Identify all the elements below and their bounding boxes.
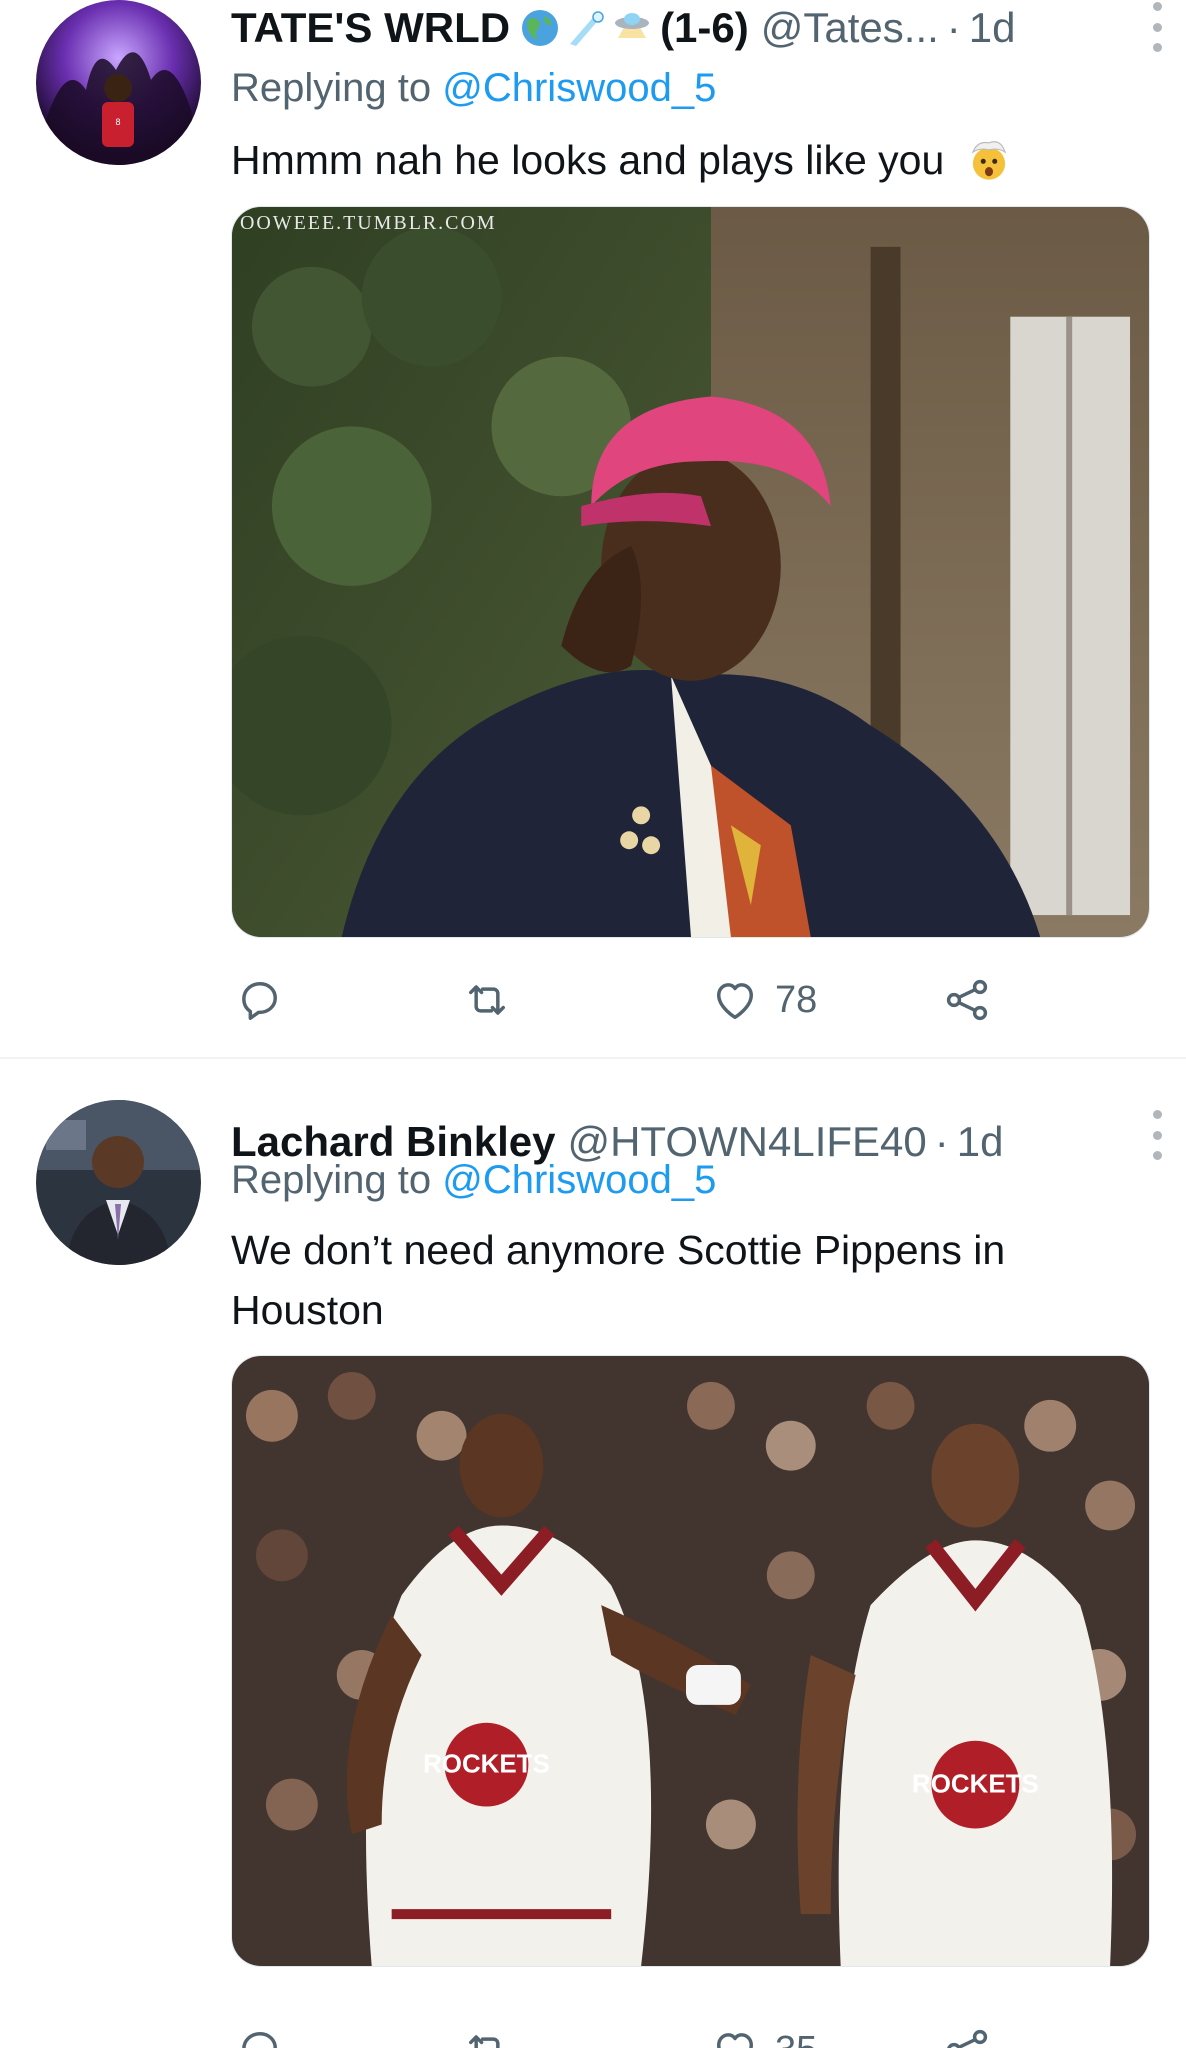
display-name[interactable]: TATE'S WRLD	[231, 4, 510, 52]
svg-text:ROCKETS: ROCKETS	[912, 1771, 1039, 1799]
tweet-card[interactable]: 8 TATE'S WRLD (1-6) @Tates... · 1d Reply…	[0, 0, 1186, 1058]
comet-emoji	[570, 11, 604, 46]
media-watermark: OOWEEE.TUMBLR.COM	[240, 212, 497, 234]
more-options-icon[interactable]	[1150, 1110, 1164, 1160]
like-button[interactable]: 78	[709, 970, 817, 1030]
separator-dot: ·	[946, 4, 961, 51]
tweet-media[interactable]: OOWEEE.TUMBLR.COM	[231, 206, 1150, 938]
exploding-head-emoji	[971, 141, 1006, 180]
flying-saucer-emoji	[615, 13, 650, 38]
replying-prefix: Replying to	[231, 1158, 432, 1202]
share-button[interactable]	[941, 970, 993, 1030]
mention-link[interactable]: @Chriswood_5	[442, 1158, 716, 1202]
tweet-text: We don’t need anymore Scottie Pippens in…	[231, 1227, 1006, 1333]
avatar-image: 8	[36, 0, 201, 165]
like-count: 35	[775, 2029, 817, 2048]
tweet-text-content: Hmmm nah he looks and plays like you	[231, 137, 945, 183]
share-icon	[946, 979, 988, 1021]
tweet-header: TATE'S WRLD (1-6) @Tates... · 1d	[231, 0, 1096, 58]
user-handle[interactable]: @Tates...	[761, 4, 939, 52]
replying-to: Replying to @Chriswood_5	[231, 1158, 716, 1203]
like-button[interactable]: 35	[709, 2020, 817, 2048]
reply-button[interactable]	[233, 2020, 285, 2048]
mention-link[interactable]: @Chriswood_5	[442, 66, 716, 110]
media-image: ROCKETS ROCKETS	[232, 1356, 1149, 1966]
name-emojis	[520, 8, 652, 48]
share-icon	[947, 2029, 988, 2048]
reply-button[interactable]	[233, 970, 285, 1030]
replying-to: Replying to @Chriswood_5	[231, 66, 716, 111]
globe-americas-emoji	[522, 10, 559, 46]
heart-icon	[717, 983, 753, 1020]
tweet-actions: 78	[231, 970, 1031, 1030]
retweet-button[interactable]	[461, 970, 513, 1030]
avatar[interactable]	[36, 1100, 201, 1265]
separator-dot: ·	[934, 1118, 949, 1165]
retweet-icon	[469, 2035, 500, 2048]
tweet-actions: 35	[231, 2020, 1031, 2048]
tweet-divider	[0, 1057, 1186, 1059]
retweet-icon	[469, 985, 505, 1015]
retweet-button[interactable]	[461, 2020, 513, 2048]
more-options-icon[interactable]	[1150, 2, 1164, 52]
media-image: OOWEEE.TUMBLR.COM	[232, 207, 1149, 937]
svg-text:8: 8	[115, 117, 120, 127]
reply-icon	[242, 982, 277, 1020]
like-count: 78	[775, 978, 818, 1021]
tweet-text: Hmmm nah he looks and plays like you	[231, 130, 1111, 190]
reply-icon	[242, 2032, 277, 2048]
avatar-image	[36, 1100, 201, 1265]
svg-text:ROCKETS: ROCKETS	[423, 1751, 550, 1779]
tweet-media[interactable]: ROCKETS ROCKETS	[231, 1355, 1150, 1967]
name-suffix: (1-6)	[660, 4, 749, 51]
heart-icon	[717, 2033, 753, 2048]
avatar[interactable]: 8	[36, 0, 201, 165]
tweet-card[interactable]: Lachard Binkley @HTOWN4LIFE40 · 1d Reply…	[0, 1060, 1186, 2048]
timestamp[interactable]: 1d	[957, 1118, 1004, 1166]
share-button[interactable]	[941, 2020, 993, 2048]
timestamp[interactable]: 1d	[969, 4, 1016, 52]
replying-prefix: Replying to	[231, 66, 432, 110]
